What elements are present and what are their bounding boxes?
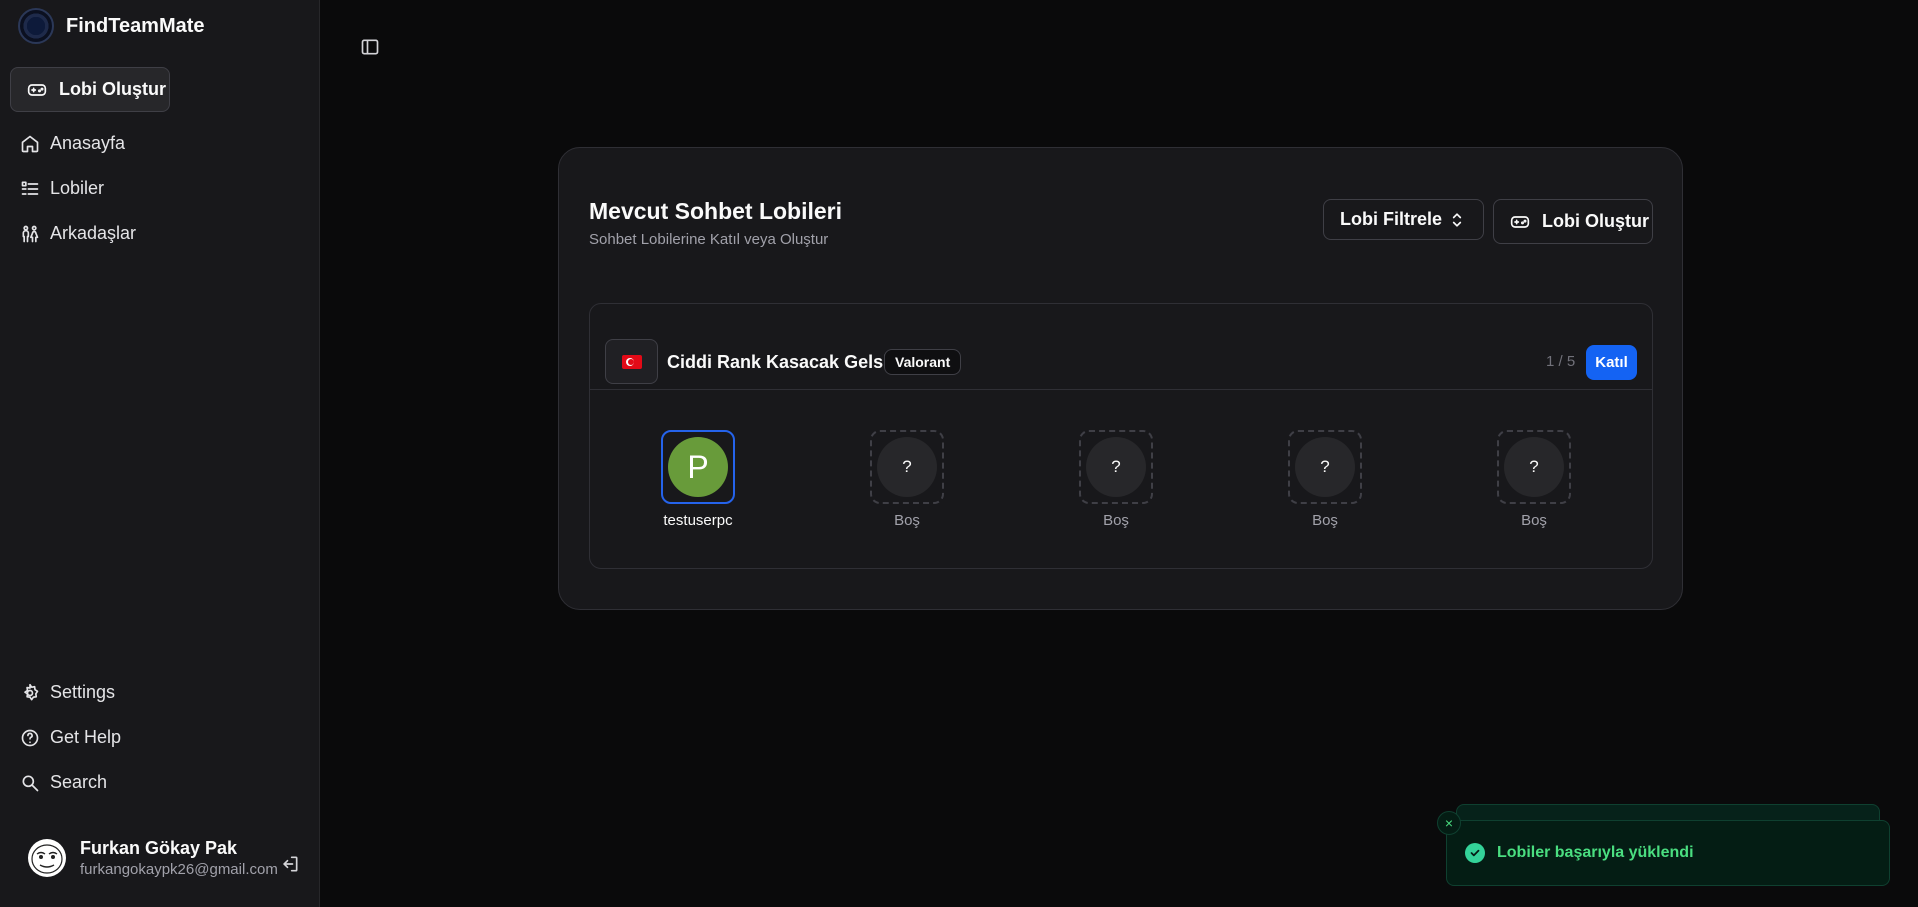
avatar (28, 839, 66, 877)
sidebar-toggle-icon[interactable] (360, 37, 380, 57)
check-circle-icon (1465, 843, 1485, 863)
member-count: 1 / 5 (1546, 353, 1576, 370)
chevron-updown-icon (1447, 210, 1467, 230)
user-info: Furkan Gökay Pak furkangokaypk26@gmail.c… (80, 838, 278, 878)
slot-frame: ? (1497, 430, 1571, 504)
gear-icon (20, 683, 40, 703)
user-email: furkangokaypk26@gmail.com (80, 861, 278, 878)
game-badge: Valorant (884, 349, 962, 375)
sidebar-item-label: Lobiler (50, 178, 105, 198)
empty-slot[interactable]: ? Boş (1474, 430, 1594, 529)
slot-frame: ? (870, 430, 944, 504)
help-icon (20, 728, 40, 748)
filter-label: Lobi Filtrele (1340, 209, 1443, 229)
empty-avatar: ? (1295, 437, 1355, 497)
list-icon (20, 179, 40, 199)
sidebar: FindTeamMate Lobi Oluştur Anasayfa Lobil… (0, 0, 320, 907)
slot-frame: ? (1079, 430, 1153, 504)
gamepad-icon (27, 80, 47, 100)
empty-slot[interactable]: ? Boş (1056, 430, 1176, 529)
close-icon[interactable]: × (1437, 811, 1461, 835)
member-slot[interactable]: P testuserpc (638, 430, 758, 529)
lobbies-card: Mevcut Sohbet Lobileri Sohbet Lobilerine… (558, 147, 1683, 610)
create-lobby-label: Lobi Oluştur (1542, 211, 1649, 231)
home-icon (20, 134, 40, 154)
slot-frame: P (661, 430, 735, 504)
lobby-header: Ciddi Rank Kasacak Gelsin Valorant 1 / 5… (590, 304, 1652, 390)
slot-label: Boş (1521, 512, 1547, 529)
empty-slot[interactable]: ? Boş (847, 430, 967, 529)
sidebar-item-label: Arkadaşlar (50, 223, 137, 243)
sidebar-item-search[interactable]: Search (20, 760, 121, 805)
sidebar-item-help[interactable]: Get Help (20, 715, 121, 760)
page-title: Mevcut Sohbet Lobileri (589, 198, 843, 224)
nav-secondary: Settings Get Help Search (20, 670, 121, 805)
lobby-card: Ciddi Rank Kasacak Gelsin Valorant 1 / 5… (589, 303, 1653, 569)
logo-icon (18, 8, 54, 44)
app-name: FindTeamMate (66, 14, 205, 37)
create-lobby-button[interactable]: Lobi Oluştur (1493, 199, 1653, 244)
flag-badge (605, 339, 658, 384)
empty-slot[interactable]: ? Boş (1265, 430, 1385, 529)
success-toast: Lobiler başarıyla yüklendi (1446, 820, 1890, 886)
logout-icon[interactable] (280, 854, 300, 874)
friends-icon (20, 224, 40, 244)
page-subtitle: Sohbet Lobilerine Katıl veya Oluştur (589, 231, 829, 248)
empty-avatar: ? (877, 437, 937, 497)
slot-label: Boş (894, 512, 920, 529)
gamepad-icon (1510, 212, 1530, 232)
slot-label: Boş (1103, 512, 1129, 529)
slot-label: Boş (1312, 512, 1338, 529)
slot-frame: ? (1288, 430, 1362, 504)
sidebar-item-label: Settings (50, 682, 116, 702)
member-name: testuserpc (663, 512, 733, 529)
nav-main: Anasayfa Lobiler Arkadaşlar (20, 121, 136, 256)
turkey-flag-icon (621, 354, 642, 369)
empty-avatar: ? (1504, 437, 1564, 497)
toast-message: Lobiler başarıyla yüklendi (1497, 844, 1694, 861)
user-profile[interactable]: Furkan Gökay Pak furkangokaypk26@gmail.c… (28, 838, 310, 878)
join-button[interactable]: Katıl (1586, 345, 1637, 380)
user-name: Furkan Gökay Pak (80, 838, 238, 858)
sidebar-item-label: Get Help (50, 727, 122, 747)
create-lobby-label: Lobi Oluştur (59, 79, 166, 99)
sidebar-item-lobbies[interactable]: Lobiler (20, 166, 136, 211)
brand[interactable]: FindTeamMate (18, 8, 205, 44)
sidebar-item-settings[interactable]: Settings (20, 670, 121, 715)
lobby-name: Ciddi Rank Kasacak Gelsin (667, 352, 900, 372)
empty-avatar: ? (1086, 437, 1146, 497)
sidebar-item-label: Anasayfa (50, 133, 126, 153)
sidebar-item-friends[interactable]: Arkadaşlar (20, 211, 136, 256)
avatar: P (668, 437, 728, 497)
sidebar-item-label: Search (50, 772, 108, 792)
lobby-filter-select[interactable]: Lobi Filtrele (1323, 199, 1484, 240)
sidebar-item-home[interactable]: Anasayfa (20, 121, 136, 166)
create-lobby-button[interactable]: Lobi Oluştur (10, 67, 170, 112)
search-icon (20, 773, 40, 793)
